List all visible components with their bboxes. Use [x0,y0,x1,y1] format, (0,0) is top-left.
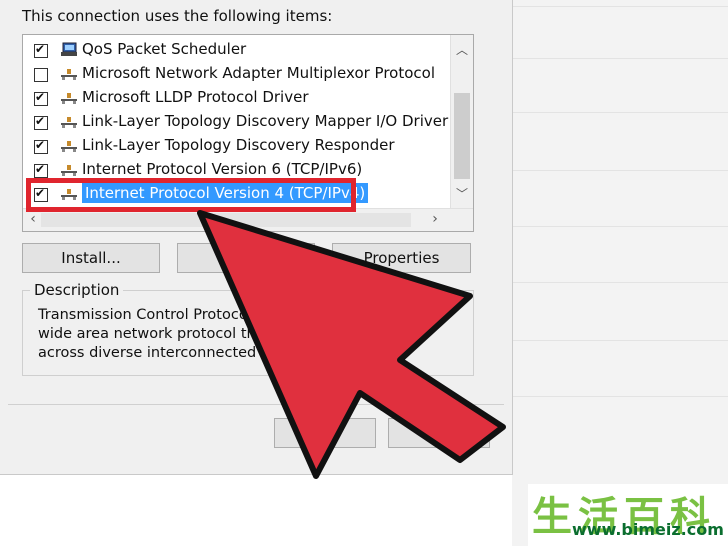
watermark-url: www.bimeiz.com [572,520,724,539]
watermark: 生活百科 www.bimeiz.com [528,484,728,546]
pointer-arrow-icon [197,210,506,479]
